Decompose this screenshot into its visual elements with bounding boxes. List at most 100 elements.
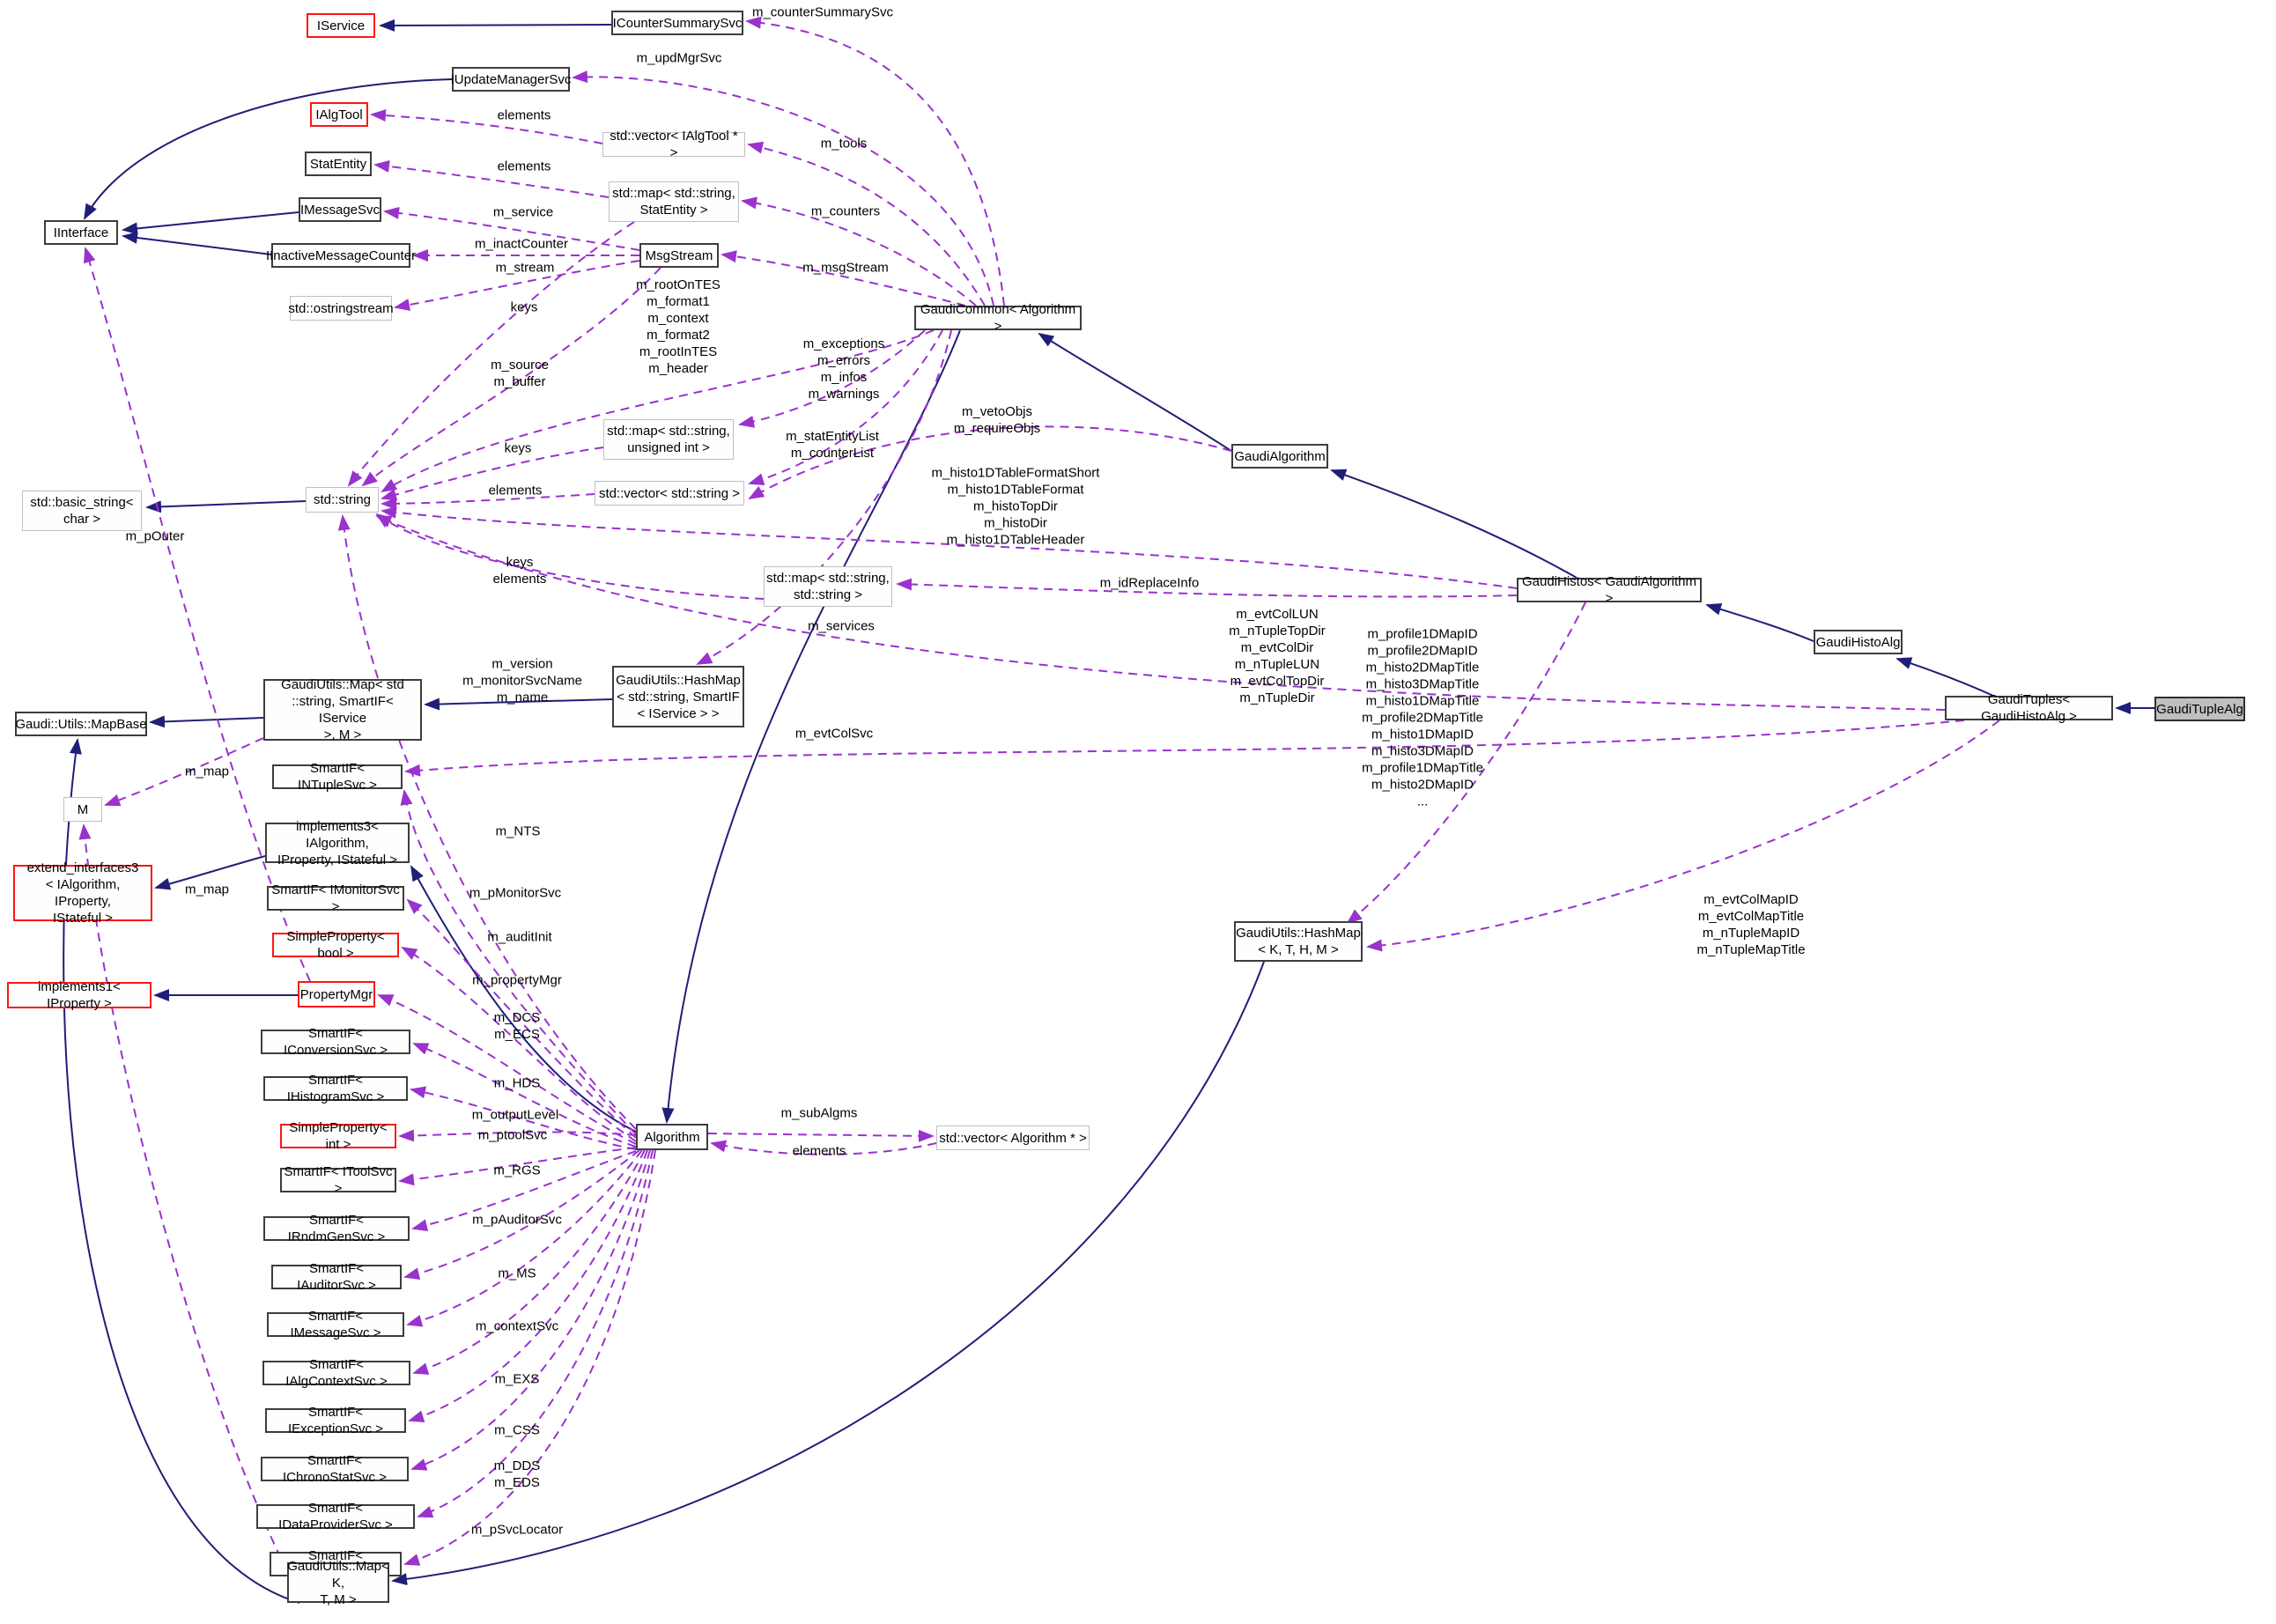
edge-algorithm-to-vec_algorithm [708,1133,933,1136]
class-node-smartif_irndm[interactable]: SmartIF< IRndmGenSvc > [263,1216,410,1241]
class-node-vec_algorithm: std::vector< Algorithm * > [936,1126,1090,1150]
edge-vec_ialgtool-to-ialgtool [372,114,602,144]
class-node-smartif_imonitor[interactable]: SmartIF< IMonitorSvc > [267,886,404,911]
edge-gauditubles-to-gaudihistoalg [1897,659,1993,696]
class-node-smartif_ichrono[interactable]: SmartIF< IChronoStatSvc > [261,1457,409,1481]
edge-label-gaudicommon-to-icountersummarysvc: m_counterSummarySvc [752,4,893,21]
class-node-hashmap_iservice[interactable]: GaudiUtils::HashMap < std::string, Smart… [612,666,744,727]
edge-label-algorithm-to-smartif_intuple: m_NTS [496,823,541,840]
class-node-simpleprop_bool[interactable]: SimpleProperty< bool > [272,933,399,957]
class-node-extend_interfaces3[interactable]: extend_interfaces3 < IAlgorithm, IProper… [13,865,152,921]
edge-map_str_str-to-std_string [377,514,764,599]
class-node-smartif_imessage[interactable]: SmartIF< IMessageSvc > [267,1312,404,1337]
edge-label-gaudicommon-to-hashmap_iservice: m_services [808,618,875,635]
class-node-m_box: M [63,797,102,822]
class-node-map_iservice[interactable]: GaudiUtils::Map< std ::string, SmartIF< … [263,679,422,741]
edge-imessagesvc-to-iinterface [123,212,299,230]
edge-label-algorithm-to-smartif_irndm: m_RGS [493,1163,540,1179]
edge-label-vec_algorithm-to-algorithm: elements [793,1143,846,1160]
class-node-gauditubles[interactable]: GaudiTuples< GaudiHistoAlg > [1945,696,2113,720]
class-node-smartif_idataprovider[interactable]: SmartIF< IDataProviderSvc > [256,1504,415,1529]
class-node-msgstream[interactable]: MsgStream [639,243,719,268]
class-node-gaudihistoalg[interactable]: GaudiHistoAlg [1814,630,1903,654]
class-node-icountersummarysvc[interactable]: ICounterSummarySvc [611,11,743,35]
edge-label-map_str_uint-to-std_string: keys [505,440,532,457]
edge-gaudicommon-to-vec_ialgtool [749,144,985,306]
edge-label-algorithm-to-smartif_imonitor: m_pMonitorSvc [469,885,561,902]
edge-label-algorithm-to-smartif_ialgcontext: m_contextSvc [476,1318,558,1335]
class-node-smartif_intuple[interactable]: SmartIF< INTupleSvc > [272,764,403,789]
edge-label-gauditubles-to-smartif_intuple: m_evtColSvc [795,726,873,742]
edge-label-map_str_str-to-std_string: keys elements [493,554,547,587]
edge-label-gaudicommon-to-vec_str: m_statEntityList m_counterList [786,428,879,461]
edge-label-gaudicommon-to-msgstream: m_msgStream [802,260,889,277]
edge-label-msgstream-to-ostringstream: m_stream [496,260,555,277]
class-node-mapbase[interactable]: Gaudi::Utils::MapBase [15,712,147,736]
edge-label-algorithm-to-smartif_imessage: m_MS [498,1266,536,1282]
class-node-std_string: std::string [306,487,379,513]
edge-label-gaudicommon-to-std_string: m_rootOnTES m_format1 m_context m_format… [636,277,720,377]
class-node-vec_str: std::vector< std::string > [595,481,744,506]
class-node-map_str_uint: std::map< std::string, unsigned int > [603,419,734,460]
edge-label-gaudihistos-to-map_str_str: m_idReplaceInfo [1100,575,1200,592]
edge-label-gaudicommon-to-map_str_uint: m_exceptions m_errors m_infos m_warnings [803,336,885,402]
edge-label-map_iservice-to-m_box: m_map [185,764,229,780]
class-node-iupdatemanagersvc[interactable]: IUpdateManagerSvc [452,67,570,92]
class-node-algorithm[interactable]: Algorithm [636,1124,708,1150]
class-node-iinterface[interactable]: IInterface [44,220,118,245]
class-node-gaudihistos[interactable]: GaudiHistos< GaudiAlgorithm > [1517,578,1702,602]
class-node-ialgtool[interactable]: IAlgTool [310,102,368,127]
edge-label-algorithm-to-smartif_ihistogram: m_HDS [494,1075,541,1092]
edge-label-gaudihistos-to-std_string: m_histo1DTableFormatShort m_histo1DTable… [932,465,1100,549]
class-node-imessagesvc[interactable]: IMessageSvc [299,197,381,222]
class-node-iinactivemessagecounter[interactable]: IInactiveMessageCounter [271,243,410,268]
edge-map_ktm-to-m_box [84,825,287,1571]
class-node-gaudialgorithm[interactable]: GaudiAlgorithm [1231,444,1328,469]
edge-label-algorithm-to-smartif_iauditor: m_pAuditorSvc [472,1212,562,1229]
class-node-simpleprop_int[interactable]: SimpleProperty< int > [280,1124,396,1148]
class-node-gaudicommon[interactable]: GaudiCommon< Algorithm > [914,306,1082,330]
edge-label-propertymgr-to-iinterface: m_pOuter [126,528,185,545]
edge-label-gauditubles-to-std_string: m_evtColLUN m_nTupleTopDir m_evtColDir m… [1229,606,1326,706]
class-node-smartif_ihistogram[interactable]: SmartIF< IHistogramSvc > [263,1076,408,1101]
edge-label-gaudicommon-to-map_statentity: m_counters [811,203,880,220]
edge-label-algorithm-to-smartif_iconversion: m_DCS m_ECS [494,1009,541,1043]
edge-label-gaudicommon-to-vec_ialgtool: m_tools [821,136,868,152]
class-node-vec_ialgtool: std::vector< IAlgTool * > [602,132,745,157]
edge-gaudihistos-to-map_str_str [898,584,1517,596]
class-node-implements1[interactable]: implements1< IProperty > [7,982,151,1008]
edge-label-algorithm-to-smartif_ichrono: m_CSS [494,1422,540,1439]
edge-label-gauditubles-to-hashmap_kthm: m_evtColMapID m_evtColMapTitle m_nTupleM… [1696,891,1805,958]
class-node-iservice[interactable]: IService [307,13,375,38]
edge-label-gaudihistos-to-hashmap_kthm: m_profile1DMapID m_profile2DMapID m_hist… [1362,626,1483,810]
edge-label-algorithm-to-smartif_idataprovider: m_DDS m_EDS [494,1458,541,1491]
edge-label-algorithm-to-smartif_isvclocator: m_pSvcLocator [471,1522,563,1539]
edge-algorithm-to-smartif_ialgcontext [414,1150,645,1373]
edge-label-map_ktm-to-m_box: m_map [185,882,229,898]
class-node-smartif_ialgcontext[interactable]: SmartIF< IAlgContextSvc > [262,1361,410,1385]
class-node-map_ktm[interactable]: GaudiUtils::Map< K, T, M > [287,1562,389,1603]
class-node-smartif_iconversion[interactable]: SmartIF< IConversionSvc > [261,1030,410,1054]
class-node-implements3[interactable]: implements3< IAlgorithm, IProperty, ISta… [265,823,410,863]
edge-label-map_statentity-to-statentity: elements [498,159,551,175]
class-node-hashmap_kthm[interactable]: GaudiUtils::HashMap < K, T, H, M > [1234,921,1363,962]
class-node-smartif_itool[interactable]: SmartIF< IToolSvc > [280,1168,396,1192]
edge-label-msgstream-to-iinactivemessagecounter: m_inactCounter [475,236,568,253]
edge-label-algorithm-to-std_string: m_version m_monitorSvcName m_name [462,656,582,706]
edge-std_string-to-basic_string [147,501,306,507]
class-node-propertymgr[interactable]: PropertyMgr [298,981,375,1008]
class-node-statentity[interactable]: StatEntity [305,151,372,176]
edge-label-vec_str-to-std_string: elements [489,483,543,499]
edge-gaudialgorithm-to-gaudicommon [1039,334,1231,451]
edge-map_iservice-to-mapbase [151,718,263,722]
edge-label-algorithm-to-simpleprop_int: m_outputLevel [472,1107,558,1124]
edge-label-algorithm-to-smartif_iexception: m_EXS [495,1371,540,1388]
edge-map_statentity-to-statentity [375,165,609,197]
class-node-smartif_iexception[interactable]: SmartIF< IExceptionSvc > [265,1408,406,1433]
edge-iupdatemanagersvc-to-iinterface [85,79,452,218]
edge-label-algorithm-to-smartif_itool: m_ptoolSvc [478,1127,547,1144]
edge-gaudihistos-to-gaudialgorithm [1332,470,1577,578]
class-node-smartif_iauditor[interactable]: SmartIF< IAuditorSvc > [271,1265,402,1289]
class-node-map_statentity: std::map< std::string, StatEntity > [609,181,739,222]
edge-icountersummarysvc-to-iservice [381,25,611,26]
